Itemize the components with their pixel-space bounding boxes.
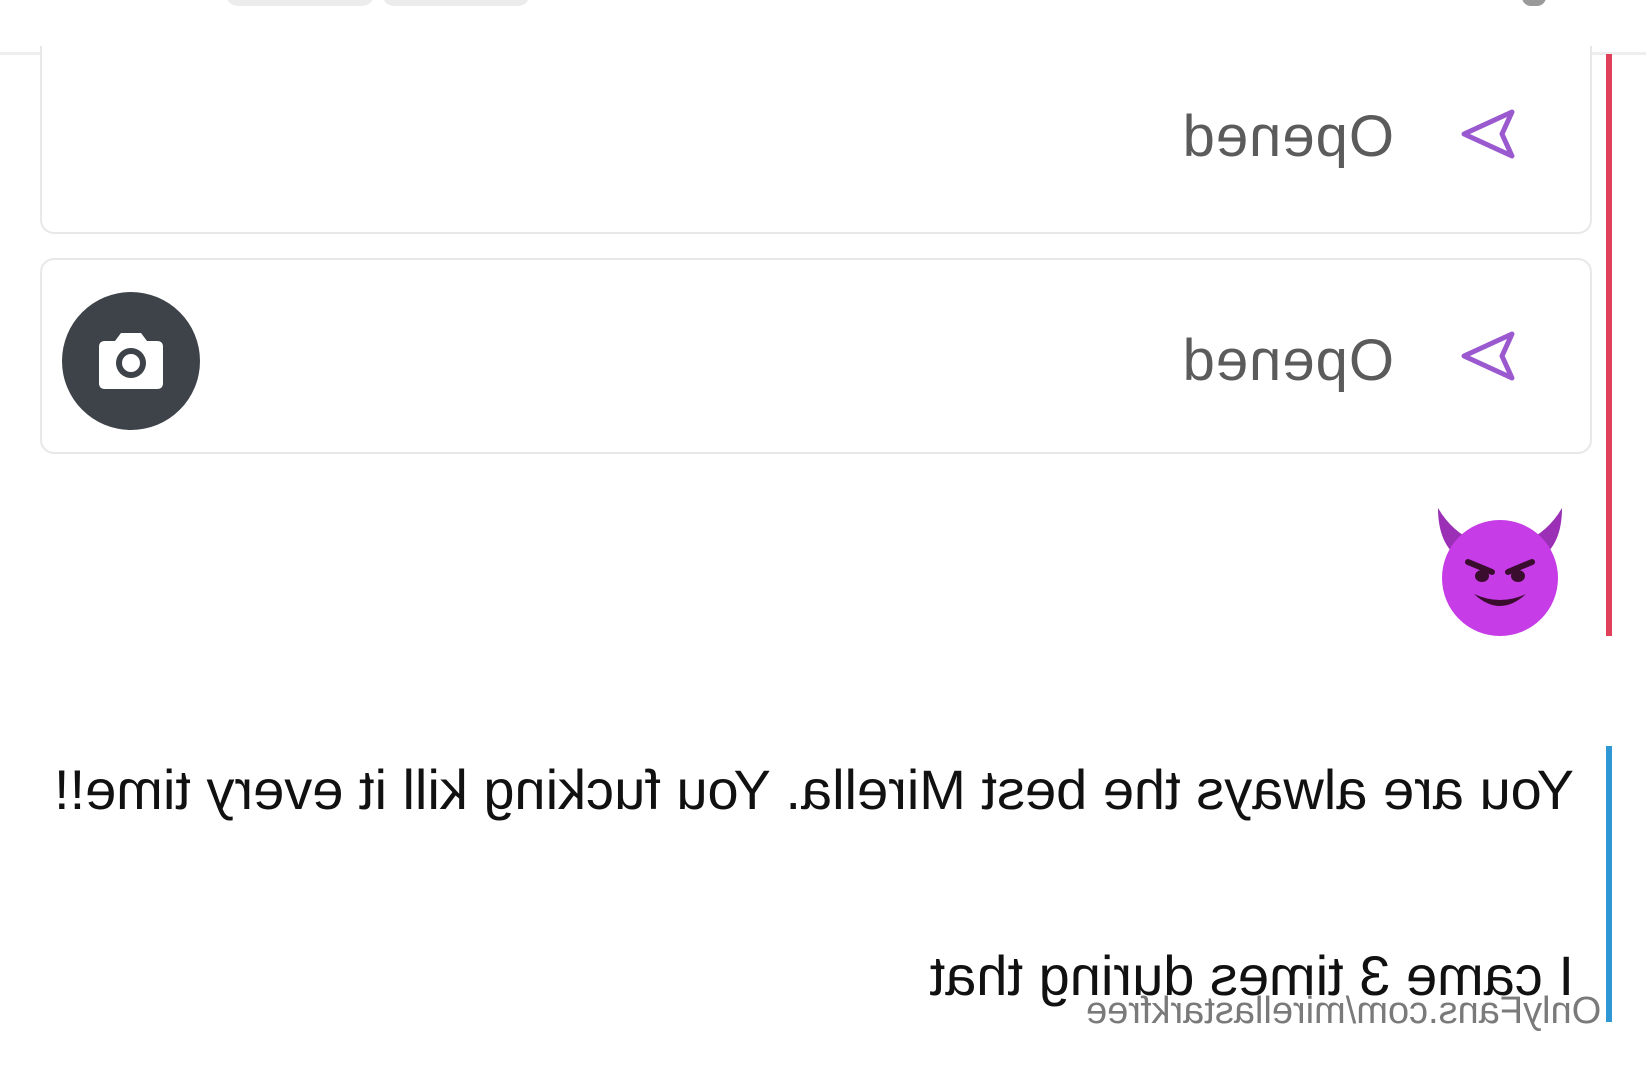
watermark-layer: OnlyFans.com/mirellastarkfree bbox=[0, 0, 1646, 1080]
watermark-text: OnlyFans.com/mirellastarkfree bbox=[1086, 990, 1602, 1032]
